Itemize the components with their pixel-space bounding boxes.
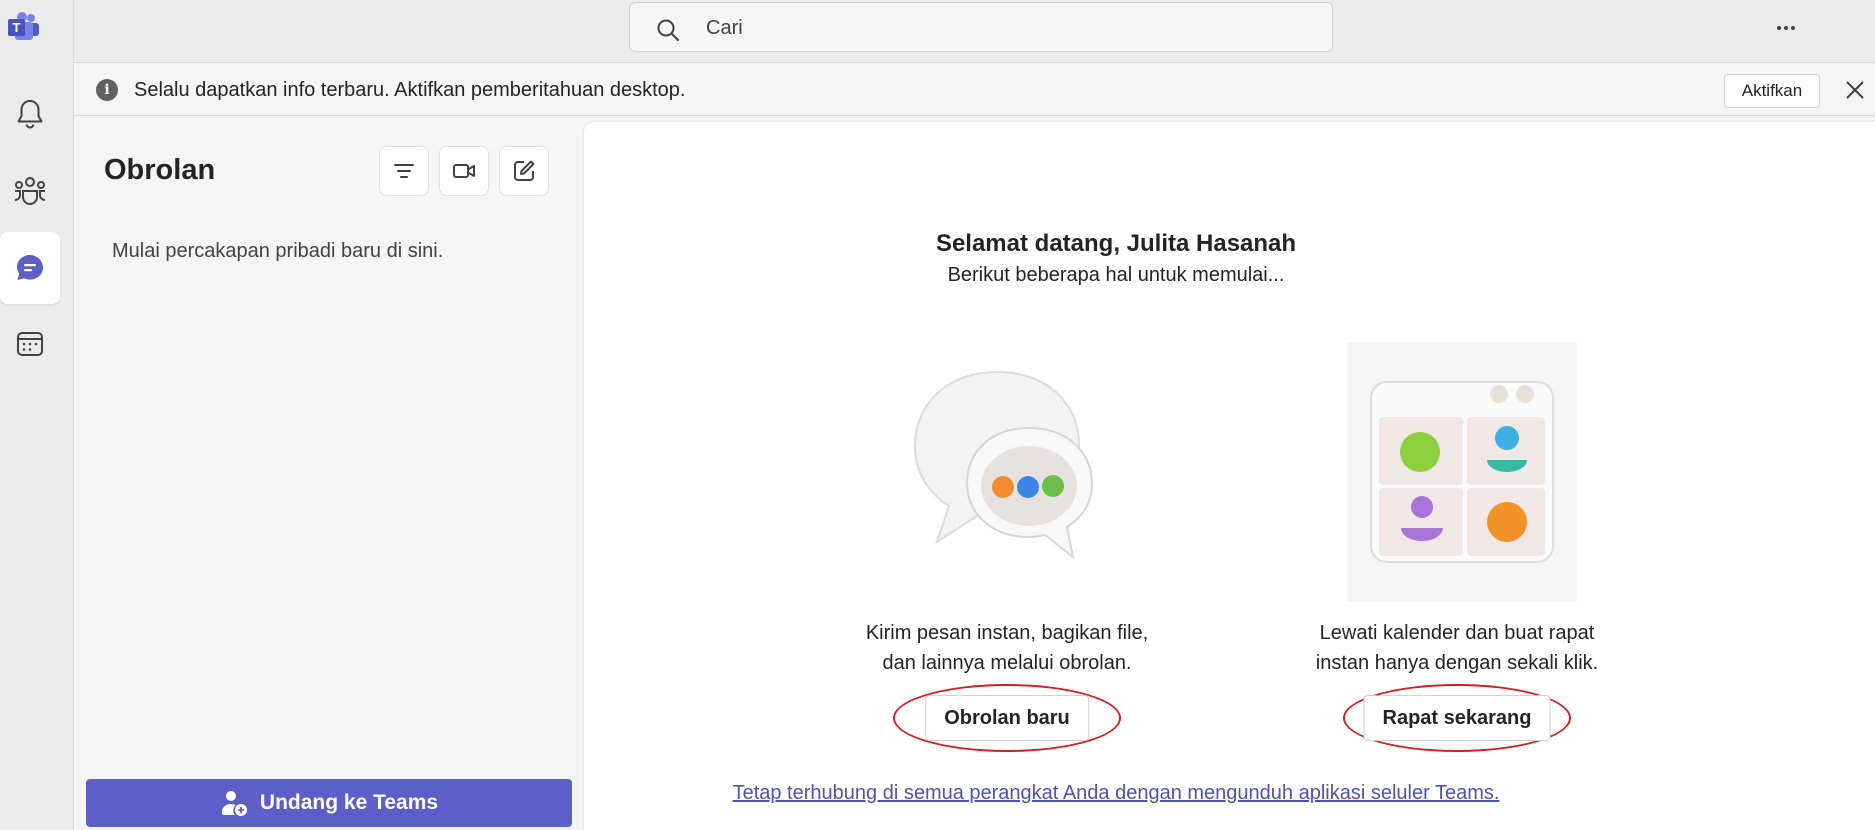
filter-icon: [394, 164, 414, 178]
invite-to-teams-button[interactable]: Undang ke Teams: [86, 779, 572, 827]
info-icon: i: [96, 79, 118, 101]
add-person-icon: [221, 791, 247, 816]
chat-bubbles-illustration: [913, 370, 1094, 560]
chat-card-description: Kirim pesan instan, bagikan file, dan la…: [827, 618, 1187, 678]
close-icon: [1846, 81, 1864, 99]
search-input[interactable]: [706, 15, 1266, 41]
rail-item-calendar[interactable]: [0, 308, 60, 380]
chat-list-pane: Obrolan Mulai percakapan pribadi baru di…: [74, 116, 584, 830]
meet-card-line2: instan hanya dengan sekali klik.: [1315, 652, 1599, 674]
people-group-icon: [14, 177, 46, 205]
more-options-button[interactable]: [1770, 12, 1802, 44]
welcome-subtitle: Berikut beberapa hal untuk memulai...: [947, 264, 1285, 286]
close-banner-button[interactable]: [1840, 75, 1870, 105]
meet-now-card: Lewati kalender dan buat rapat instan ha…: [1277, 342, 1637, 752]
compose-icon: [514, 160, 535, 181]
new-chat-card: Kirim pesan instan, bagikan file, dan la…: [827, 352, 1187, 752]
svg-text:T: T: [13, 20, 21, 35]
pane-title: Obrolan: [104, 154, 216, 186]
meet-now-button[interactable]: [439, 146, 489, 196]
notification-banner: i Selalu dapatkan info terbaru. Aktifkan…: [74, 62, 1875, 116]
meet-card-description: Lewati kalender dan buat rapat instan ha…: [1277, 618, 1637, 678]
app-rail: T: [0, 0, 74, 830]
search-icon: [657, 19, 679, 41]
video-camera-icon: [453, 164, 475, 178]
filter-button[interactable]: [379, 146, 429, 196]
search-box[interactable]: [629, 2, 1333, 52]
new-chat-cta-button[interactable]: Obrolan baru: [925, 695, 1089, 741]
invite-label: Undang ke Teams: [259, 791, 439, 814]
more-horizontal-icon: [1777, 26, 1795, 30]
download-mobile-app-link[interactable]: Tetap terhubung di semua perangkat Anda …: [584, 782, 1648, 805]
welcome-panel: Selamat datang, Julita Hasanah Berikut b…: [584, 122, 1875, 830]
meeting-grid-illustration: [1347, 342, 1577, 602]
rail-item-teams[interactable]: [0, 154, 60, 226]
teams-logo-icon[interactable]: T: [7, 12, 41, 42]
meet-now-cta-button[interactable]: Rapat sekarang: [1363, 695, 1551, 741]
rail-item-activity[interactable]: [0, 78, 60, 150]
rail-item-chat[interactable]: [0, 232, 60, 304]
bell-icon: [17, 100, 43, 129]
title-bar: JH: [74, 0, 1875, 62]
banner-message: Selalu dapatkan info terbaru. Aktifkan p…: [134, 79, 686, 101]
chat-bubble-icon: [17, 255, 43, 280]
enable-notifications-button[interactable]: Aktifkan: [1724, 74, 1820, 108]
chat-card-line1: Kirim pesan instan, bagikan file,: [865, 622, 1149, 644]
meet-card-line1: Lewati kalender dan buat rapat: [1319, 622, 1595, 644]
empty-chat-message: Mulai percakapan pribadi baru di sini.: [112, 240, 444, 262]
welcome-title: Selamat datang, Julita Hasanah: [935, 230, 1297, 257]
chat-card-line2: dan lainnya melalui obrolan.: [882, 652, 1132, 674]
new-chat-button[interactable]: [499, 146, 549, 196]
calendar-icon: [17, 332, 43, 356]
